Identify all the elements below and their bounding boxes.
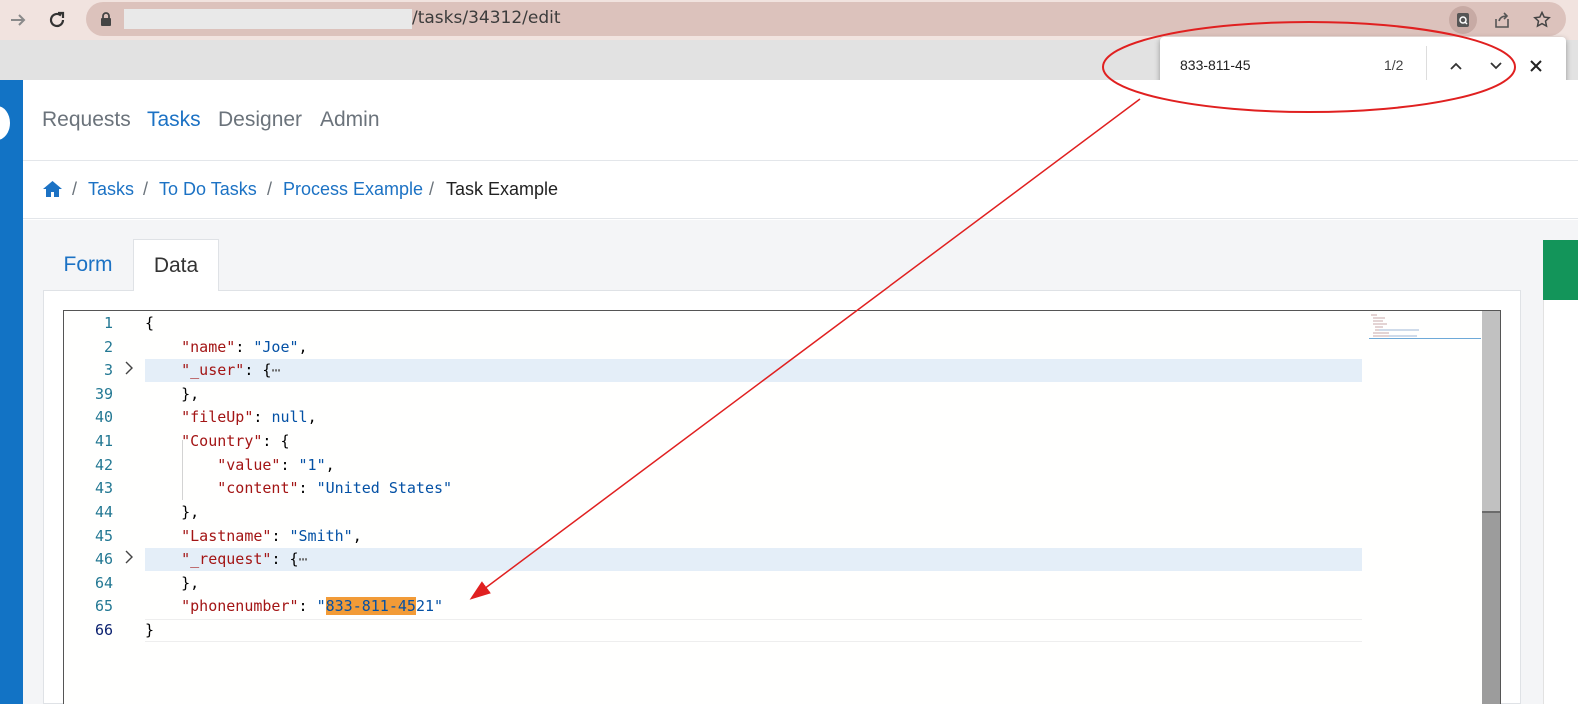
line-number: 1 (103, 314, 113, 332)
find-next-button[interactable] (1482, 52, 1510, 80)
code-line: "fileUp": null, (181, 408, 317, 426)
folded-line-highlight (145, 548, 1362, 571)
line-number: 2 (103, 338, 113, 356)
code-line: }, (181, 574, 200, 592)
code-line: }, (181, 503, 200, 521)
code-line: "Lastname": "Smith", (181, 527, 362, 545)
line-number: 40 (94, 408, 113, 426)
code-line: "name": "Joe", (181, 338, 308, 356)
line-number: 43 (94, 479, 113, 497)
code-line: "_user": {⋯ (181, 361, 281, 379)
breadcrumb-current: Task Example (446, 179, 559, 199)
find-match-count: 1/2 (1384, 57, 1404, 73)
minimap-viewport (1369, 338, 1481, 339)
code-line: "phonenumber": "833-811-4521" (181, 597, 444, 615)
reload-icon (49, 11, 65, 28)
nav-requests[interactable]: Requests (42, 108, 131, 132)
chevron-right-icon[interactable] (124, 549, 134, 568)
find-match-highlight: 833-811-45 (325, 597, 416, 615)
top-navigation: Requests Tasks Designer Admin (23, 80, 1578, 161)
nav-admin[interactable]: Admin (320, 108, 380, 132)
url-path: /tasks/34312/edit (412, 8, 561, 28)
breadcrumb: / Tasks / To Do Tasks / Process Example … (23, 161, 1578, 219)
code-line: }, (181, 385, 200, 403)
breadcrumb-tasks[interactable]: Tasks (88, 179, 134, 200)
find-input[interactable]: 833-811-45 (1180, 57, 1251, 73)
side-panel (1543, 300, 1578, 704)
code-line: "value": "1", (217, 456, 335, 474)
breadcrumb-process-example[interactable]: Process Example (283, 179, 423, 200)
app-sidebar-rail (0, 80, 23, 704)
breadcrumb-separator: / (72, 179, 78, 199)
home-icon[interactable] (42, 180, 63, 203)
find-in-page-icon[interactable] (1449, 6, 1477, 34)
breadcrumb-separator: / (267, 179, 273, 199)
bookmark-star-icon[interactable] (1528, 6, 1556, 34)
code-line: { (145, 314, 155, 332)
reload-button[interactable] (43, 6, 71, 34)
line-number: 46 (94, 550, 113, 568)
browser-toolbar: /tasks/34312/edit (0, 0, 1578, 40)
chevron-down-icon (1490, 62, 1502, 70)
share-icon[interactable] (1488, 6, 1516, 34)
find-close-button[interactable] (1522, 52, 1550, 80)
arrow-right-icon (11, 14, 26, 26)
line-number: 39 (94, 385, 113, 403)
forward-button[interactable] (4, 6, 32, 34)
lock-icon (100, 11, 112, 32)
breadcrumb-separator: / (143, 179, 149, 199)
side-panel-header (1543, 240, 1578, 300)
code-line: "content": "United States" (217, 479, 453, 497)
close-icon (1530, 60, 1542, 72)
nav-designer[interactable]: Designer (218, 108, 302, 132)
line-number-current: 66 (94, 621, 113, 639)
line-number: 44 (94, 503, 113, 521)
line-number: 42 (94, 456, 113, 474)
tab-form[interactable]: Form (43, 239, 133, 291)
scrollbar-thumb[interactable] (1482, 511, 1500, 704)
folded-line-highlight (145, 359, 1362, 382)
code-line: "_request": {⋯ (181, 550, 308, 568)
line-number: 3 (103, 361, 113, 379)
breadcrumb-to-do-tasks[interactable]: To Do Tasks (159, 179, 257, 200)
json-editor[interactable]: 1 2 3 39 40 41 42 43 44 45 46 64 65 66 {… (63, 310, 1501, 704)
nav-tasks[interactable]: Tasks (147, 108, 201, 132)
chevron-right-icon[interactable] (124, 360, 134, 379)
tab-data[interactable]: Data (133, 239, 219, 291)
url-redacted-domain (124, 9, 412, 29)
current-line-highlight (145, 619, 1362, 642)
code-line: } (145, 621, 155, 639)
line-number: 64 (94, 574, 113, 592)
line-number: 65 (94, 597, 113, 615)
code-line: "Country": { (181, 432, 290, 450)
find-previous-button[interactable] (1442, 52, 1470, 80)
line-number: 41 (94, 432, 113, 450)
breadcrumb-separator: / (429, 179, 435, 199)
line-number: 45 (94, 527, 113, 545)
chevron-up-icon (1450, 62, 1462, 70)
